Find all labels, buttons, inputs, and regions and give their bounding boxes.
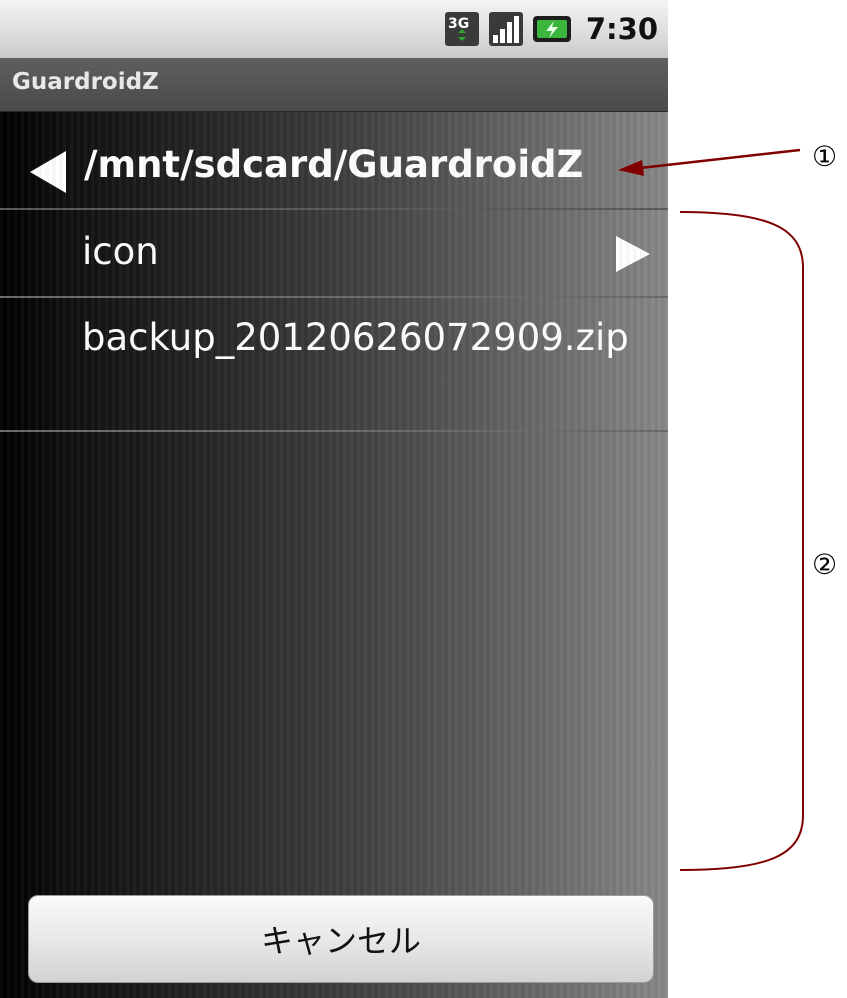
current-path: /mnt/sdcard/GuardroidZ <box>84 143 584 186</box>
file-browser: /mnt/sdcard/GuardroidZ icon backup_20120… <box>0 112 668 998</box>
title-bar: GuardroidZ <box>0 58 668 112</box>
callout-2-label: ② <box>812 548 838 581</box>
list-item-backup-file[interactable]: backup_20120626072909.zip <box>0 298 668 432</box>
path-navigator[interactable]: /mnt/sdcard/GuardroidZ <box>0 112 668 210</box>
status-bar: 3G 7:30 <box>0 0 668 58</box>
list-item-label: icon <box>82 230 159 273</box>
back-triangle-icon[interactable] <box>28 149 68 199</box>
3g-data-icon: 3G <box>444 11 480 47</box>
signal-strength-icon <box>488 11 524 47</box>
phone-screen: 3G 7:30 GuardroidZ /mnt/sdcard/Guardroid… <box>0 0 668 998</box>
battery-charging-icon <box>532 14 572 44</box>
cancel-button[interactable]: キャンセル <box>28 895 654 983</box>
app-title: GuardroidZ <box>12 69 159 95</box>
status-icons: 3G 7:30 <box>444 9 658 49</box>
list-item-label: backup_20120626072909.zip <box>82 316 629 359</box>
list-item-folder-icon[interactable]: icon <box>0 208 668 298</box>
clock: 7:30 <box>585 12 658 46</box>
callout-bracket <box>679 211 804 871</box>
svg-text:3G: 3G <box>448 16 469 32</box>
forward-triangle-icon <box>614 234 652 278</box>
callout-1-label: ① <box>812 140 838 173</box>
